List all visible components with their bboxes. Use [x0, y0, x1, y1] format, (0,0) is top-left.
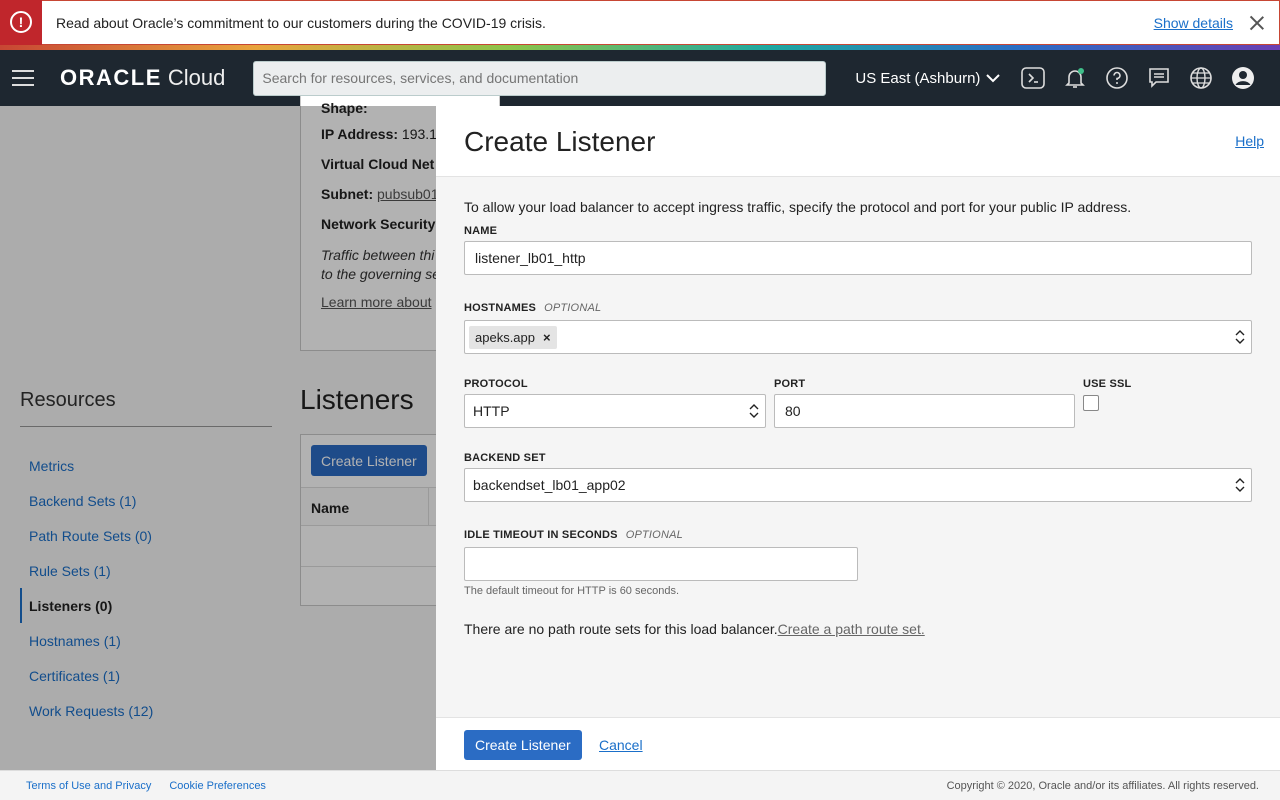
backend-set-label: BACKEND SET: [464, 452, 546, 464]
page-footer: Terms of Use and Privacy Cookie Preferen…: [0, 770, 1280, 800]
hostname-tag-label: apeks.app: [475, 329, 535, 345]
hostnames-optional: OPTIONAL: [544, 302, 602, 314]
create-listener-button[interactable]: Create Listener: [464, 730, 582, 760]
language-globe-icon[interactable]: [1188, 65, 1214, 91]
cookie-preferences-link[interactable]: Cookie Preferences: [169, 780, 266, 792]
feedback-chat-icon[interactable]: [1146, 65, 1172, 91]
modal-overlay[interactable]: [0, 106, 436, 770]
port-label: PORT: [774, 378, 806, 390]
notifications-bell-icon[interactable]: [1062, 65, 1088, 91]
idle-timeout-hint: The default timeout for HTTP is 60 secon…: [464, 585, 680, 597]
hostnames-label-text: HOSTNAMES: [464, 302, 537, 314]
path-route-text: There are no path route sets for this lo…: [464, 621, 778, 637]
panel-footer: Create Listener Cancel: [436, 717, 1280, 770]
cancel-link[interactable]: Cancel: [599, 737, 643, 753]
close-icon[interactable]: [1247, 13, 1267, 33]
backend-set-value: backendset_lb01_app02: [473, 477, 626, 493]
help-icon[interactable]: [1104, 65, 1130, 91]
port-field[interactable]: 80: [774, 394, 1075, 428]
hamburger-menu-icon[interactable]: [12, 70, 34, 86]
updown-arrows-icon: [1235, 478, 1245, 492]
backend-set-select[interactable]: backendset_lb01_app02: [464, 468, 1252, 502]
help-link[interactable]: Help: [1235, 133, 1264, 149]
idle-timeout-field[interactable]: [464, 547, 858, 581]
idle-timeout-optional: OPTIONAL: [625, 529, 683, 541]
top-navigation: ORACLE Cloud US East (Ashburn): [0, 50, 1280, 106]
terms-link[interactable]: Terms of Use and Privacy: [26, 780, 151, 792]
hostnames-label: HOSTNAMES OPTIONAL: [464, 302, 601, 314]
create-listener-panel: Create Listener Help To allow your load …: [436, 106, 1280, 770]
covid-alert-banner: ! Read about Oracle’s commitment to our …: [0, 0, 1280, 45]
name-value: listener_lb01_http: [475, 250, 586, 266]
protocol-value: HTTP: [473, 403, 510, 419]
create-path-route-link[interactable]: Create a path route set.: [778, 621, 925, 637]
panel-header: Create Listener Help: [436, 106, 1280, 177]
use-ssl-label: USE SSL: [1083, 378, 1132, 390]
updown-arrows-icon: [1235, 330, 1245, 344]
search-input[interactable]: [253, 60, 827, 96]
name-label: NAME: [464, 225, 498, 237]
hostname-tag: apeks.app ×: [469, 325, 557, 349]
protocol-select[interactable]: HTTP: [464, 394, 766, 428]
alert-icon-box: !: [0, 0, 42, 45]
region-label: US East (Ashburn): [855, 69, 981, 87]
port-value: 80: [785, 403, 801, 419]
chevron-down-icon: [986, 73, 1001, 82]
user-profile-icon[interactable]: [1230, 65, 1256, 91]
region-selector[interactable]: US East (Ashburn): [855, 69, 1001, 87]
show-details-link[interactable]: Show details: [1154, 15, 1233, 31]
use-ssl-checkbox[interactable]: [1083, 395, 1099, 411]
brand-cloud: Cloud: [167, 65, 226, 90]
hostnames-multiselect[interactable]: apeks.app ×: [464, 320, 1252, 354]
oracle-cloud-logo[interactable]: ORACLE Cloud: [60, 65, 225, 91]
copyright-text: Copyright © 2020, Oracle and/or its affi…: [946, 779, 1259, 792]
panel-title: Create Listener: [464, 126, 656, 157]
updown-arrows-icon: [749, 404, 759, 418]
protocol-label: PROTOCOL: [464, 378, 528, 390]
panel-intro: To allow your load balancer to accept in…: [464, 199, 1132, 215]
name-field[interactable]: listener_lb01_http: [464, 241, 1252, 275]
cloud-shell-icon[interactable]: [1020, 65, 1046, 91]
remove-tag-icon[interactable]: ×: [543, 330, 551, 345]
idle-timeout-label-text: IDLE TIMEOUT IN SECONDS: [464, 529, 618, 541]
idle-timeout-label: IDLE TIMEOUT IN SECONDS OPTIONAL: [464, 529, 683, 541]
exclamation-icon: !: [10, 11, 32, 33]
alert-message: Read about Oracle’s commitment to our cu…: [56, 14, 546, 31]
brand-oracle: ORACLE: [60, 65, 162, 90]
path-route-message: There are no path route sets for this lo…: [464, 621, 925, 637]
